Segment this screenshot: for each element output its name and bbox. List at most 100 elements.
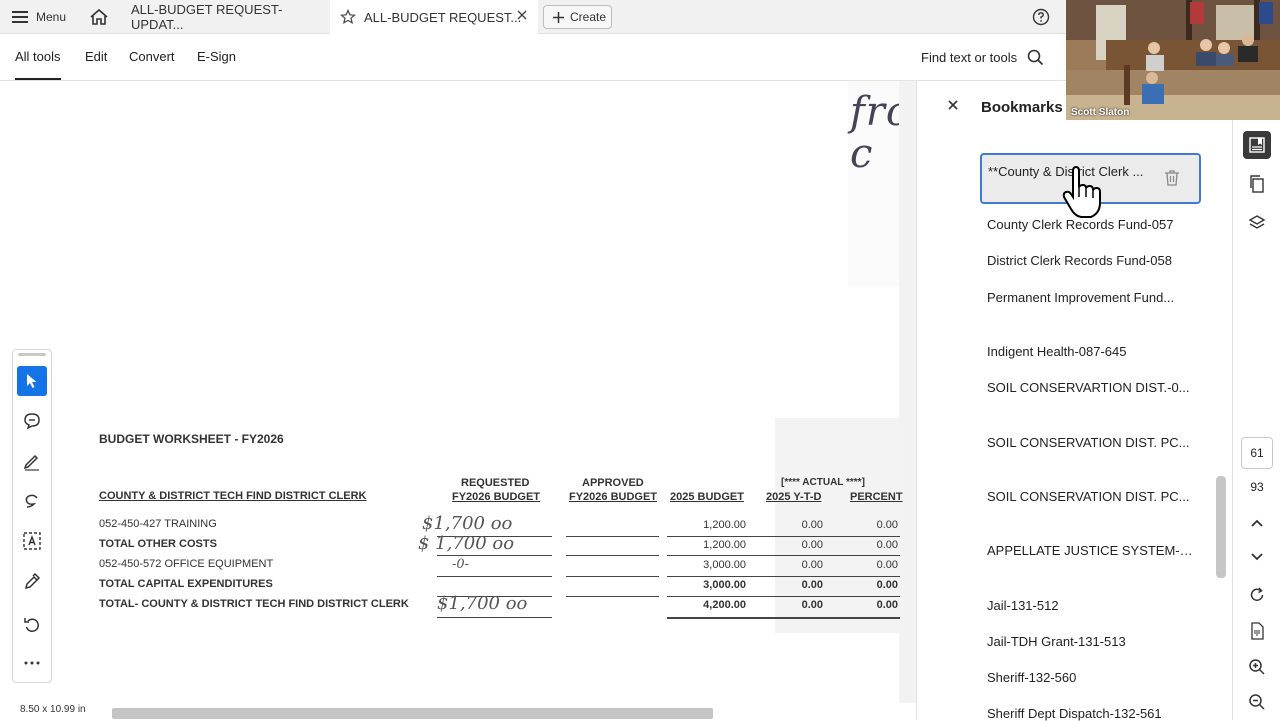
draw-tool[interactable]	[17, 486, 47, 516]
hamburger-icon	[12, 10, 28, 24]
row-2025-budget: 3,000.00	[703, 559, 746, 571]
line	[566, 576, 659, 577]
line	[437, 576, 552, 577]
bookmark-item[interactable]: SOIL CONSERVATION DIST. PC...	[987, 435, 1197, 450]
row-requested-handwritten: $ 1,700 oo	[418, 533, 515, 554]
row-percent: 0.00	[876, 519, 898, 531]
pen-highlight-icon	[22, 451, 42, 471]
line	[667, 536, 900, 537]
row-label: 052-450-572 OFFICE EQUIPMENT	[99, 558, 274, 570]
comment-tool[interactable]	[17, 406, 47, 436]
find-tools-button[interactable]: Find text or tools	[921, 34, 1044, 80]
create-button[interactable]: Create	[543, 5, 612, 29]
pages-panel-button[interactable]	[1243, 170, 1271, 198]
zoom-out-icon	[1248, 693, 1266, 711]
row-requested-handwritten: $1,700 oo	[437, 593, 528, 614]
header-department: COUNTY & DISTRICT TECH FIND DISTRICT CLE…	[99, 490, 367, 502]
line	[566, 596, 659, 597]
bookmark-item[interactable]: SOIL CONSERVATION DIST. PC...	[987, 489, 1197, 504]
fit-page-button[interactable]	[1243, 617, 1271, 645]
bookmarks-scrollbar[interactable]	[1216, 476, 1226, 578]
zoom-in-button[interactable]	[1243, 653, 1271, 681]
bookmarks-title: Bookmarks	[981, 99, 1063, 116]
star-icon[interactable]	[340, 9, 356, 25]
hand-pointer-cursor-icon	[1061, 165, 1113, 226]
tab-e-sign[interactable]: E-Sign	[197, 34, 236, 80]
row-requested-handwritten: $1,700 oo	[422, 513, 513, 534]
row-ytd: 0.00	[801, 579, 823, 591]
line	[667, 555, 900, 556]
header-2025-budget: 2025 BUDGET	[670, 491, 744, 503]
select-tool[interactable]	[17, 366, 47, 396]
bookmarks-panel: Bookmarks **County & District Clerk ... …	[916, 81, 1232, 721]
tab-title: ALL-BUDGET REQUEST...	[364, 9, 522, 25]
bookmark-item[interactable]: Sheriff-132-560	[987, 670, 1197, 685]
bookmark-item[interactable]: Jail-TDH Grant-131-513	[987, 634, 1197, 649]
header-requested-budget: FY2026 BUDGET	[452, 491, 541, 503]
home-button[interactable]	[86, 0, 112, 34]
courtroom-video-frame-icon	[1066, 0, 1280, 120]
zoom-out-button[interactable]	[1243, 688, 1271, 716]
worksheet-title: BUDGET WORKSHEET - FY2026	[99, 432, 284, 446]
layers-panel-button[interactable]	[1243, 209, 1271, 237]
zoom-in-icon	[1248, 658, 1266, 676]
horizontal-scrollbar[interactable]	[112, 708, 713, 719]
delete-bookmark-button[interactable]	[1164, 169, 1180, 187]
chevron-down-icon	[1250, 552, 1264, 562]
document-tab-2-active[interactable]: ALL-BUDGET REQUEST...	[330, 0, 538, 34]
highlight-tool[interactable]	[17, 446, 47, 476]
row-label: 052-450-427 TRAINING	[99, 518, 217, 530]
cursor-arrow-icon	[25, 373, 39, 389]
plus-icon	[553, 11, 564, 23]
previous-page-button[interactable]	[1243, 509, 1271, 537]
video-call-overlay[interactable]: Scott Slaton	[1066, 0, 1280, 120]
bookmark-item[interactable]: SOIL CONSERVARTION DIST.-0...	[987, 380, 1197, 395]
row-2025-budget: 3,000.00	[703, 579, 746, 591]
undo-button[interactable]	[17, 610, 47, 640]
row-ytd: 0.00	[801, 559, 823, 571]
help-icon	[1032, 8, 1050, 26]
tab-edit[interactable]: Edit	[85, 34, 107, 80]
text-recognition-tool[interactable]	[17, 526, 47, 556]
page-gutter	[899, 81, 916, 703]
row-label: TOTAL CAPITAL EXPENDITURES	[99, 578, 273, 590]
tab-title: ALL-BUDGET REQUEST-UPDAT...	[131, 2, 283, 32]
close-bookmarks-button[interactable]	[947, 99, 959, 111]
search-icon	[1027, 49, 1044, 66]
copy-pages-icon	[1248, 175, 1266, 193]
menu-button[interactable]: Menu	[12, 0, 66, 34]
help-button[interactable]	[1030, 0, 1052, 34]
palette-grip[interactable]	[18, 353, 46, 356]
tab-all-tools[interactable]: All tools	[15, 34, 61, 80]
row-label: TOTAL- COUNTY & DISTRICT TECH FIND DISTR…	[99, 598, 409, 610]
bookmark-item[interactable]: Indigent Health-087-645	[987, 344, 1197, 359]
close-icon	[947, 99, 959, 111]
line	[667, 617, 900, 619]
line	[437, 555, 552, 556]
header-percent: PERCENT	[850, 491, 903, 503]
bookmark-item[interactable]: Sheriff Dept Dispatch-132-561	[987, 706, 1197, 721]
bookmark-item[interactable]: Permanent Improvement Fund...	[987, 290, 1197, 305]
chevron-up-icon	[1250, 518, 1264, 528]
bookmark-item[interactable]: Jail-131-512	[987, 598, 1197, 613]
row-ytd: 0.00	[801, 539, 823, 551]
next-page-button[interactable]	[1243, 543, 1271, 571]
find-tools-label: Find text or tools	[921, 49, 1018, 65]
line	[566, 555, 659, 556]
current-page-input[interactable]: 61	[1241, 437, 1273, 469]
bookmark-item[interactable]: APPELLATE JUSTICE SYSTEM-0...	[987, 543, 1197, 558]
row-percent: 0.00	[876, 579, 898, 591]
row-label: TOTAL OTHER COSTS	[99, 538, 217, 550]
rotate-button[interactable]	[1243, 581, 1271, 609]
create-label: Create	[570, 10, 607, 24]
close-tab-icon[interactable]	[516, 9, 528, 21]
bookmark-item[interactable]: District Clerk Records Fund-058	[987, 253, 1197, 268]
line	[667, 596, 900, 597]
line	[566, 536, 659, 537]
sign-tool[interactable]	[17, 566, 47, 596]
more-tools-button[interactable]	[17, 648, 47, 678]
document-viewport[interactable]: fro c BUDGET WORKSHEET - FY2026 REQUESTE…	[0, 81, 916, 703]
tab-convert[interactable]: Convert	[129, 34, 175, 80]
document-tab-1[interactable]: ALL-BUDGET REQUEST-UPDAT...	[118, 0, 328, 34]
bookmarks-panel-button[interactable]	[1243, 131, 1271, 159]
